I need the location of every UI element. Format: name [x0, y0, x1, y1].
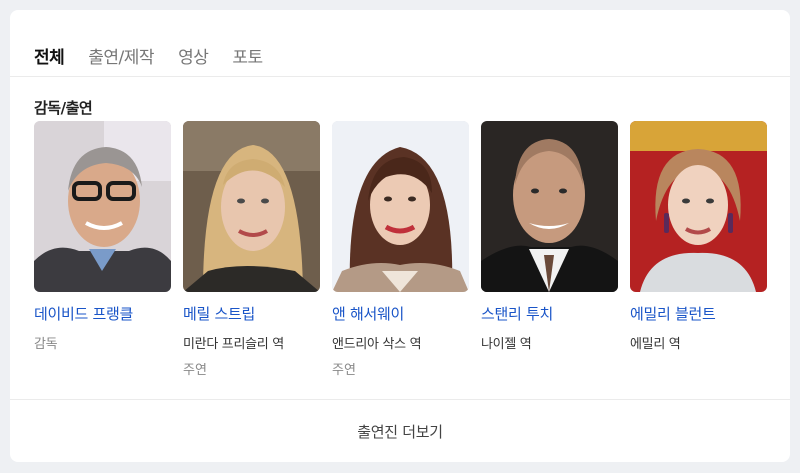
tab-cast-crew[interactable]: 출연/제작 [88, 43, 154, 68]
person-name[interactable]: 메릴 스트립 [183, 303, 320, 324]
person-name[interactable]: 데이비드 프랭클 [34, 303, 171, 324]
person-photo[interactable] [34, 121, 171, 292]
tab-photo[interactable]: 포토 [232, 43, 263, 68]
person-billing: 주연 [183, 363, 207, 378]
person-photo[interactable] [332, 121, 469, 292]
section-title: 감독/출연 [34, 99, 93, 117]
tab-bar: 전체 출연/제작 영상 포토 [34, 43, 287, 68]
person-photo[interactable] [481, 121, 618, 292]
tab-all[interactable]: 전체 [34, 43, 65, 68]
person-photo[interactable] [183, 121, 320, 292]
cast-card: 전체 출연/제작 영상 포토 감독/출연 데이비드 프랭클 감독 메릴 스트립 … [10, 10, 790, 462]
person-role: 나이젤 역 [481, 337, 532, 352]
person-name[interactable]: 앤 해서웨이 [332, 303, 469, 324]
person-billing: 주연 [332, 363, 356, 378]
person-card[interactable]: 앤 해서웨이 앤드리아 삭스 역 주연 [332, 121, 469, 378]
person-card[interactable]: 스탠리 투치 나이젤 역 [481, 121, 618, 378]
person-role: 앤드리아 삭스 역 [332, 337, 422, 352]
person-card[interactable]: 에밀리 블런트 에밀리 역 [630, 121, 767, 378]
person-name[interactable]: 스탠리 투치 [481, 303, 618, 324]
people-list: 데이비드 프랭클 감독 메릴 스트립 미란다 프리슬리 역 주연 앤 해서웨이 … [34, 121, 767, 378]
person-role: 감독 [34, 337, 58, 352]
person-card[interactable]: 메릴 스트립 미란다 프리슬리 역 주연 [183, 121, 320, 378]
tab-video[interactable]: 영상 [178, 43, 209, 68]
more-cast-button[interactable]: 출연진 더보기 [10, 400, 790, 462]
person-photo[interactable] [630, 121, 767, 292]
person-role: 미란다 프리슬리 역 [183, 337, 284, 352]
person-role: 에밀리 역 [630, 337, 681, 352]
person-name[interactable]: 에밀리 블런트 [630, 303, 767, 324]
tab-divider [10, 76, 790, 77]
person-card[interactable]: 데이비드 프랭클 감독 [34, 121, 171, 378]
